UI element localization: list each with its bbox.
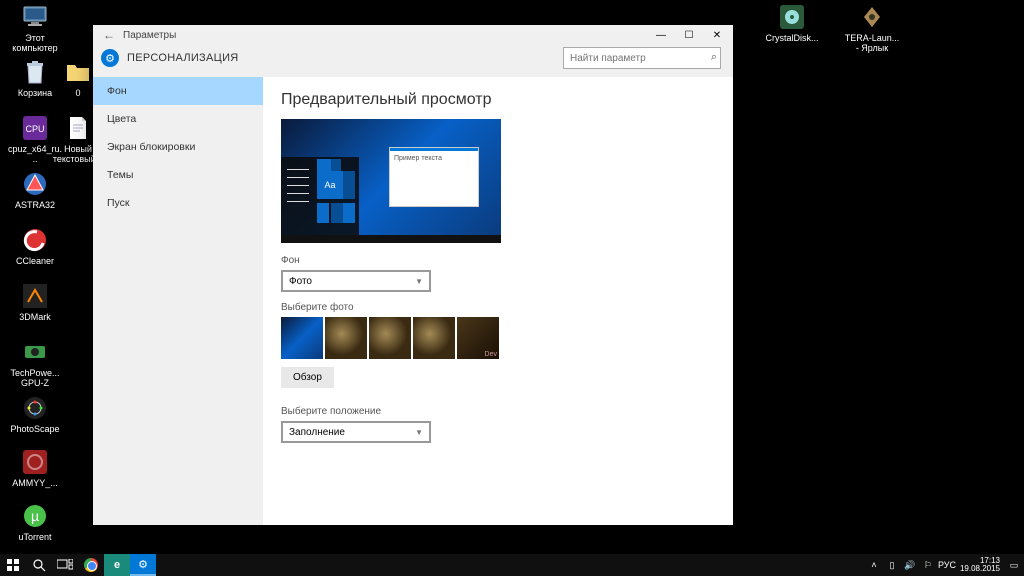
icon-label: ASTRA32 bbox=[5, 200, 65, 210]
icon-label: AMMYY_... bbox=[5, 478, 65, 488]
icon-label: PhotoScape bbox=[5, 424, 65, 434]
chevron-down-icon: ▼ bbox=[415, 277, 423, 286]
titlebar[interactable]: ← Параметры — ☐ ✕ bbox=[93, 25, 733, 45]
text-file-icon bbox=[64, 114, 92, 142]
photo-thumb-2[interactable] bbox=[325, 317, 367, 359]
tera-icon bbox=[858, 3, 886, 31]
tray-notifications-icon[interactable]: ▭ bbox=[1006, 560, 1022, 571]
gpuz-icon bbox=[21, 338, 49, 366]
desktop-icon-ammyy[interactable]: AMMYY_... bbox=[5, 448, 65, 488]
icon-label: uTorrent bbox=[5, 532, 65, 542]
sidebar-item-themes[interactable]: Темы bbox=[93, 161, 263, 189]
taskbar-chrome[interactable] bbox=[78, 554, 104, 576]
desktop-icon-photoscape[interactable]: PhotoScape bbox=[5, 394, 65, 434]
photo-thumb-3[interactable] bbox=[369, 317, 411, 359]
tray-network-icon[interactable]: ▯ bbox=[884, 560, 900, 571]
minimize-button[interactable]: — bbox=[647, 25, 675, 45]
fit-label: Выберите положение bbox=[281, 406, 715, 417]
cpuz-icon: CPU bbox=[21, 114, 49, 142]
desktop-icon-gpuz[interactable]: TechPowe... GPU-Z bbox=[5, 338, 65, 389]
choose-photo-label: Выберите фото bbox=[281, 302, 715, 313]
system-tray: ˄ ▯ 🔊 ⚐ РУС 17:13 19.08.2015 ▭ bbox=[866, 557, 1024, 573]
search-input[interactable] bbox=[563, 47, 721, 69]
window-title: Параметры bbox=[123, 30, 176, 41]
3dmark-icon bbox=[21, 282, 49, 310]
icon-label: 3DMark bbox=[5, 312, 65, 322]
dropdown-value: Заполнение bbox=[289, 427, 345, 438]
taskbar-clock[interactable]: 17:13 19.08.2015 bbox=[956, 557, 1004, 573]
browse-button[interactable]: Обзор bbox=[281, 367, 334, 388]
crystaldisk-icon bbox=[778, 3, 806, 31]
photo-thumb-1[interactable] bbox=[281, 317, 323, 359]
maximize-button[interactable]: ☐ bbox=[675, 25, 703, 45]
sidebar: Фон Цвета Экран блокировки Темы Пуск bbox=[93, 77, 263, 525]
background-dropdown[interactable]: Фото ▼ bbox=[281, 270, 431, 292]
taskbar: e ⚙ ˄ ▯ 🔊 ⚐ РУС 17:13 19.08.2015 ▭ bbox=[0, 554, 1024, 576]
photoscape-icon bbox=[21, 394, 49, 422]
photo-thumb-4[interactable] bbox=[413, 317, 455, 359]
dropdown-value: Фото bbox=[289, 276, 312, 287]
background-label: Фон bbox=[281, 255, 715, 266]
search-icon: ⌕ bbox=[711, 51, 717, 64]
svg-text:CPU: CPU bbox=[25, 124, 44, 134]
tray-chevron-up-icon[interactable]: ˄ bbox=[866, 560, 882, 570]
desktop-icon-utorrent[interactable]: µ uTorrent bbox=[5, 502, 65, 542]
taskbar-app-1[interactable]: e bbox=[104, 554, 130, 576]
photo-thumbnails bbox=[281, 317, 715, 359]
photo-thumb-5[interactable] bbox=[457, 317, 499, 359]
chrome-icon bbox=[84, 558, 98, 572]
desktop-icon-3dmark[interactable]: 3DMark bbox=[5, 282, 65, 322]
fit-dropdown[interactable]: Заполнение ▼ bbox=[281, 421, 431, 443]
clock-date: 19.08.2015 bbox=[960, 565, 1000, 573]
astra32-icon bbox=[21, 170, 49, 198]
tray-lang[interactable]: РУС bbox=[938, 560, 954, 570]
content-area: Предварительный просмотр Aa Пример текст… bbox=[263, 77, 733, 525]
page-heading: ПЕРСОНАЛИЗАЦИЯ bbox=[127, 52, 239, 64]
preview-sample-text: Пример текста bbox=[390, 151, 478, 166]
ccleaner-icon bbox=[21, 226, 49, 254]
ammyy-icon bbox=[21, 448, 49, 476]
icon-label: TERA-Laun... - Ярлык bbox=[842, 33, 902, 54]
close-button[interactable]: ✕ bbox=[703, 25, 731, 45]
gear-icon: ⚙ bbox=[101, 49, 119, 67]
back-button[interactable]: ← bbox=[95, 25, 123, 45]
desktop-icon-crystaldisk[interactable]: CrystalDisk... bbox=[762, 3, 822, 43]
desktop-icon-astra32[interactable]: ASTRA32 bbox=[5, 170, 65, 210]
desktop-icon-tera[interactable]: TERA-Laun... - Ярлык bbox=[842, 3, 902, 54]
header-row: ⚙ ПЕРСОНАЛИЗАЦИЯ ⌕ bbox=[93, 45, 733, 77]
icon-label: Этот компьютер bbox=[5, 33, 65, 54]
sidebar-item-lockscreen[interactable]: Экран блокировки bbox=[93, 133, 263, 161]
desktop-preview: Aa Пример текста bbox=[281, 119, 501, 243]
tray-flag-icon[interactable]: ⚐ bbox=[920, 560, 936, 571]
settings-window: ← Параметры — ☐ ✕ ⚙ ПЕРСОНАЛИЗАЦИЯ ⌕ Фон… bbox=[93, 25, 733, 525]
recycle-bin-icon bbox=[21, 58, 49, 86]
desktop-icon-ccleaner[interactable]: CCleaner bbox=[5, 226, 65, 266]
gear-icon: ⚙ bbox=[138, 558, 148, 571]
utorrent-icon: µ bbox=[21, 502, 49, 530]
sidebar-item-colors[interactable]: Цвета bbox=[93, 105, 263, 133]
svg-text:µ: µ bbox=[31, 508, 39, 524]
preview-heading: Предварительный просмотр bbox=[281, 91, 715, 109]
monitor-icon bbox=[21, 3, 49, 31]
start-button[interactable] bbox=[0, 554, 26, 576]
preview-tile-aa: Aa bbox=[317, 171, 343, 199]
icon-label: CCleaner bbox=[5, 256, 65, 266]
sidebar-item-background[interactable]: Фон bbox=[93, 77, 263, 105]
chevron-down-icon: ▼ bbox=[415, 428, 423, 437]
folder-icon bbox=[64, 58, 92, 86]
tray-volume-icon[interactable]: 🔊 bbox=[902, 560, 918, 571]
search-button[interactable] bbox=[26, 554, 52, 576]
desktop-icon-this-pc[interactable]: Этот компьютер bbox=[5, 3, 65, 54]
icon-label: CrystalDisk... bbox=[762, 33, 822, 43]
icon-label: TechPowe... GPU-Z bbox=[5, 368, 65, 389]
taskview-button[interactable] bbox=[52, 554, 78, 576]
taskbar-settings[interactable]: ⚙ bbox=[130, 554, 156, 576]
sidebar-item-start[interactable]: Пуск bbox=[93, 189, 263, 217]
